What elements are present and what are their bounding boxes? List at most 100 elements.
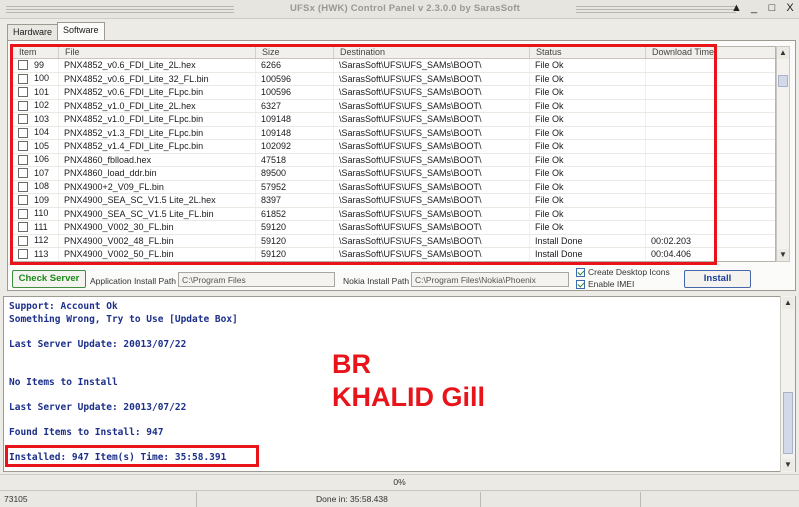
table-row[interactable]: 111 PNX4900_V002_30_FL.bin 59120 \SarasSoft… [13,221,775,235]
cell-dest: \SarasSoft\UFS\UFS_SAMs\BOOT\ [334,221,530,234]
cell-size: 8397 [256,194,334,207]
row-checkbox[interactable] [18,208,28,219]
table-header: Item File Size Destination Status Downlo… [13,47,775,59]
cell-size: 100596 [256,72,334,85]
help-icon[interactable]: ▲ [731,2,742,14]
cell-file: PNX4852_v0.6_FDI_Lite_2L.hex [59,59,256,72]
scroll-down-icon[interactable]: ▼ [782,459,794,471]
cell-dest: \SarasSoft\UFS\UFS_SAMs\BOOT\ [334,207,530,220]
item-number: 106 [34,154,50,165]
scroll-up-icon[interactable]: ▲ [777,47,789,59]
table-row[interactable]: 107 PNX4860_load_ddr.bin 89500 \SarasSoft\U… [13,167,775,181]
table-row[interactable]: 99 PNX4852_v0.6_FDI_Lite_2L.hex 6266 \Saras… [13,59,775,73]
cell-dest: \SarasSoft\UFS\UFS_SAMs\BOOT\ [334,234,530,247]
row-checkbox[interactable] [18,195,28,206]
cell-time [646,194,716,207]
table-row[interactable]: 112 PNX4900_V002_48_FL.bin 59120 \SarasSoft… [13,234,775,248]
table-row[interactable]: 102 PNX4852_v1.0_FDI_Lite_2L.hex 6327 \Sara… [13,99,775,113]
nokia-install-path-field[interactable]: C:\Program Files\Nokia\Phoenix [411,272,569,287]
cell-status: File Ok [530,72,646,85]
column-header-status[interactable]: Status [530,47,646,58]
table-scrollbar[interactable]: ▲ ▼ [776,46,790,262]
install-button[interactable]: Install [684,270,751,288]
item-number: 107 [34,167,50,178]
table-row[interactable]: 106 PNX4860_fblload.hex 47518 \SarasSoft\UF… [13,153,775,167]
row-checkbox[interactable] [18,168,28,179]
cell-size: 100596 [256,86,334,99]
minimize-button[interactable]: _ [749,2,759,14]
log-line: Support: Account Ok [9,301,118,312]
cell-size: 6266 [256,59,334,72]
cell-dest: \SarasSoft\UFS\UFS_SAMs\BOOT\ [334,59,530,72]
tab-software[interactable]: Software [57,22,105,40]
item-number: 101 [34,86,50,97]
table-row[interactable]: 101 PNX4852_v0.6_FDI_Lite_FLpc.bin 100596 \… [13,86,775,100]
cell-item: 106 [13,153,59,166]
column-header-destination[interactable]: Destination [334,47,530,58]
window-title: UFSx (HWK) Control Panel v 2.3.0.0 by Sa… [289,3,521,14]
item-number: 112 [34,235,49,246]
scroll-thumb[interactable] [778,75,788,87]
cell-dest: \SarasSoft\UFS\UFS_SAMs\BOOT\ [334,194,530,207]
status-divider [196,492,197,507]
log-line-installed: Installed: 947 Item(s) Time: 35:58.391 [9,452,227,463]
cell-item: 105 [13,140,59,153]
scroll-thumb[interactable] [783,392,793,454]
column-header-download-time[interactable]: Download Time [646,47,716,58]
row-checkbox[interactable] [18,249,28,260]
table-row[interactable]: 103 PNX4852_v1.0_FDI_Lite_FLpc.bin 109148 \… [13,113,775,127]
cell-time [646,59,716,72]
scroll-up-icon[interactable]: ▲ [782,297,794,309]
column-header-file[interactable]: File [59,47,256,58]
create-desktop-icons-label: Create Desktop Icons [588,267,670,277]
row-checkbox[interactable] [18,87,28,98]
row-checkbox[interactable] [18,60,28,71]
row-checkbox[interactable] [18,114,28,125]
row-checkbox[interactable] [18,235,28,246]
table-row[interactable]: 113 PNX4900_V002_50_FL.bin 59120 \SarasSoft… [13,248,775,261]
column-header-item[interactable]: Item [13,47,59,58]
tab-hardware[interactable]: Hardware [7,24,59,40]
scroll-down-icon[interactable]: ▼ [777,249,789,261]
row-checkbox[interactable] [18,222,28,233]
table-row[interactable]: 109 PNX4900_SEA_SC_V1.5 Lite_2L.hex 8397 \S… [13,194,775,208]
cell-status: File Ok [530,99,646,112]
item-number: 99 [34,59,45,70]
checkbox-checked-icon [576,267,585,277]
cell-status: File Ok [530,86,646,99]
cell-size: 47518 [256,153,334,166]
table-row[interactable]: 108 PNX4900+2_V09_FL.bin 57952 \SarasSoft\U… [13,180,775,194]
log-line: Last Server Update: 20013/07/22 [9,402,187,413]
check-server-button[interactable]: Check Server [12,270,86,288]
app-install-path-field[interactable]: C:\Program Files [178,272,335,287]
row-checkbox[interactable] [18,100,28,111]
table-row[interactable]: 110 PNX4900_SEA_SC_V1.5 Lite_FL.bin 61852 \… [13,207,775,221]
log-scrollbar[interactable]: ▲ ▼ [780,296,795,472]
cell-file: PNX4852_v1.0_FDI_Lite_FLpc.bin [59,113,256,126]
cell-dest: \SarasSoft\UFS\UFS_SAMs\BOOT\ [334,86,530,99]
title-grip-left [6,6,234,13]
row-checkbox[interactable] [18,73,28,84]
table-row[interactable]: 100 PNX4852_v0.6_FDI_Lite_32_FL.bin 100596… [13,72,775,86]
close-button[interactable]: X [785,2,795,14]
cell-time: 00:02.203 [646,234,716,247]
create-desktop-icons-checkbox[interactable]: Create Desktop Icons [576,267,670,277]
cell-item: 112 [13,234,59,247]
row-checkbox[interactable] [18,181,28,192]
log-line: No Items to Install [9,377,118,388]
checkbox-checked-icon [576,279,585,289]
row-checkbox[interactable] [18,154,28,165]
enable-imei-checkbox[interactable]: Enable IMEI [576,279,634,289]
cell-file: PNX4852_v0.6_FDI_Lite_32_FL.bin [59,72,256,85]
maximize-button[interactable]: □ [767,2,777,14]
table-row[interactable]: 105 PNX4852_v1.4_FDI_Lite_FLpc.bin 102092 \… [13,140,775,154]
cell-item: 107 [13,167,59,180]
column-header-size[interactable]: Size [256,47,334,58]
cell-file: PNX4900_V002_30_FL.bin [59,221,256,234]
table-row[interactable]: 104 PNX4852_v1.3_FDI_Lite_FLpc.bin 109148 \… [13,126,775,140]
file-table: Item File Size Destination Status Downlo… [12,46,776,262]
status-bar: 73105 Done in: 35:58.438 [0,490,799,507]
row-checkbox[interactable] [18,127,28,138]
row-checkbox[interactable] [18,141,28,152]
item-number: 110 [34,208,49,219]
